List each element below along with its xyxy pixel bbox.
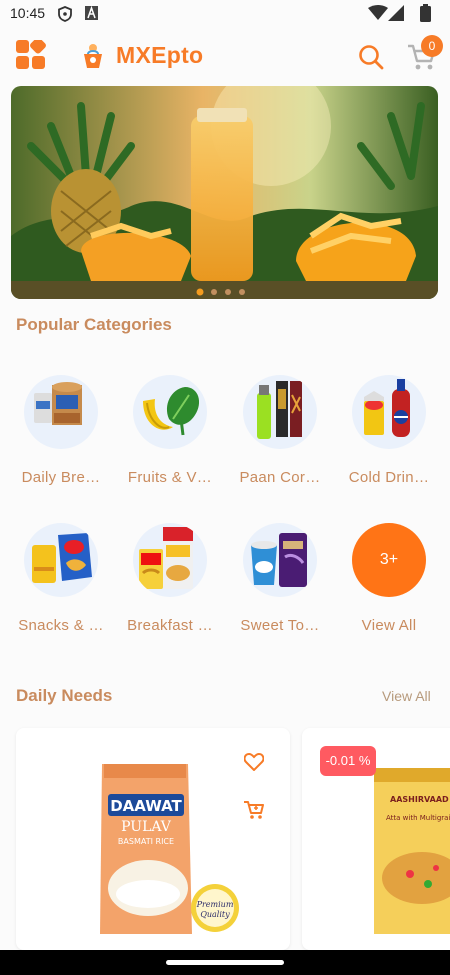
category-label: Daily Bre…	[21, 469, 101, 486]
popular-categories-title: Popular Categories	[16, 315, 172, 334]
category-daily-bread[interactable]: Daily Bre…	[11, 375, 111, 486]
product-brand: DAAWAT	[110, 797, 182, 815]
system-nav-bar	[0, 950, 450, 975]
carousel-dot[interactable]	[211, 289, 217, 295]
battery-icon	[420, 4, 431, 22]
view-all-badge: 3+	[379, 551, 399, 568]
status-bar: 10:45	[0, 0, 450, 28]
svg-text:Quality: Quality	[200, 910, 230, 919]
product-card-daawat[interactable]: DAAWAT PULAV BASMATI RICE Premium Qualit…	[16, 728, 290, 950]
status-time: 10:45	[10, 5, 46, 21]
promo-banner[interactable]	[11, 86, 438, 299]
snacks-icon	[24, 523, 98, 597]
category-label: Paan Cor…	[239, 469, 321, 486]
paan-icon	[243, 375, 317, 449]
daily-needs-view-all-link[interactable]: View All	[382, 688, 431, 704]
bread-icon	[24, 375, 98, 449]
category-fruits-vegetables[interactable]: Fruits & V…	[120, 375, 220, 486]
a-icon	[85, 6, 98, 20]
home-gesture-pill[interactable]	[166, 960, 284, 965]
brand-name: MXEpto	[116, 42, 204, 68]
daily-needs-title: Daily Needs	[16, 686, 113, 705]
category-view-all[interactable]: 3+ View All	[339, 523, 439, 634]
category-label: Breakfast …	[127, 617, 213, 634]
category-snacks[interactable]: Snacks & …	[11, 523, 111, 634]
view-all-circle[interactable]: 3+	[352, 523, 426, 597]
carousel-dot[interactable]	[239, 289, 245, 295]
signal-icon	[388, 5, 404, 21]
product-line1: Atta with Multigrains	[386, 814, 450, 822]
wifi-icon	[368, 5, 388, 20]
product-line2: BASMATI RICE	[118, 837, 174, 846]
banner-image	[11, 86, 438, 299]
wishlist-heart-icon[interactable]	[244, 753, 264, 771]
category-label: View All	[361, 617, 417, 634]
category-label: Cold Drin…	[348, 469, 430, 486]
category-paan-corner[interactable]: Paan Cor…	[230, 375, 330, 486]
category-label: Sweet To…	[240, 617, 320, 634]
search-icon[interactable]	[358, 44, 384, 70]
discount-badge: -0.01 %	[320, 746, 376, 776]
product-line1: PULAV	[121, 819, 172, 835]
sweet-icon	[243, 523, 317, 597]
breakfast-icon	[133, 523, 207, 597]
category-cold-drinks[interactable]: Cold Drin…	[339, 375, 439, 486]
product-brand: AASHIRVAAD	[390, 795, 449, 804]
add-to-cart-icon[interactable]	[243, 800, 265, 820]
carousel-dot-active[interactable]	[196, 288, 204, 296]
fruits-icon	[133, 375, 207, 449]
product-seal: Premium	[196, 900, 234, 909]
category-label: Snacks & …	[18, 617, 104, 634]
category-sweet-tooth[interactable]: Sweet To…	[230, 523, 330, 634]
shield-icon	[58, 6, 72, 22]
brand-logo-icon	[84, 44, 102, 68]
categories-grid-icon[interactable]	[16, 40, 46, 70]
cart-count-badge: 0	[421, 35, 443, 57]
carousel-dot[interactable]	[225, 289, 231, 295]
category-breakfast[interactable]: Breakfast …	[120, 523, 220, 634]
cold-drinks-icon	[352, 375, 426, 449]
category-label: Fruits & V…	[127, 469, 213, 486]
